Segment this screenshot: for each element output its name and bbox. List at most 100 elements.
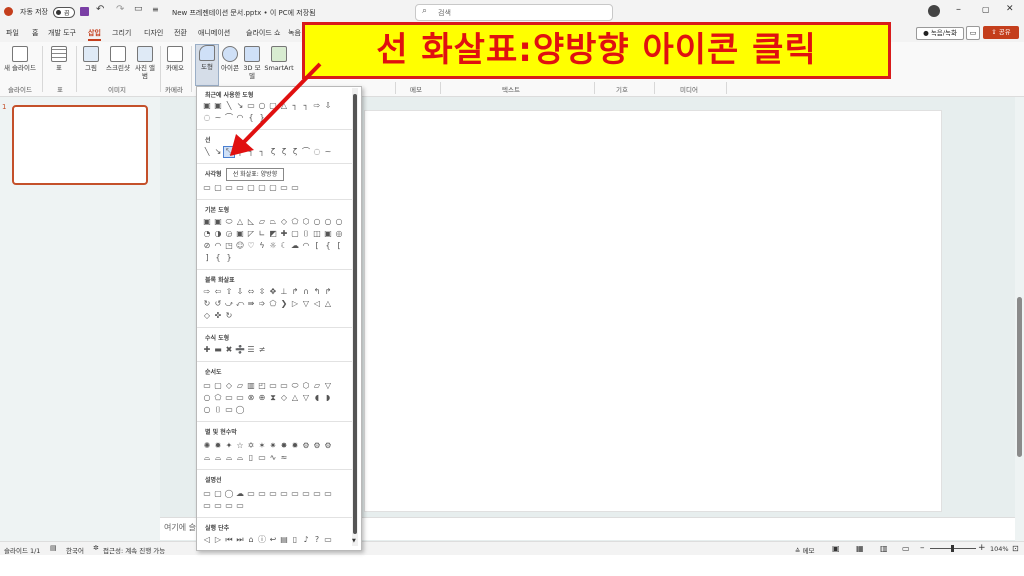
close-icon[interactable]: ✕ [1006,4,1014,14]
cross-icon[interactable]: ✚ [279,229,289,239]
cube-shape-icon[interactable]: ◫ [312,229,322,239]
basic-triangle-icon[interactable]: △ [235,217,245,227]
cloud-icon[interactable]: ☁ [290,241,300,251]
manual-operation-icon[interactable]: ▽ [323,381,333,391]
basic-textbox-icon[interactable]: ▣ [202,217,212,227]
bent-arrow-icon[interactable]: ↱ [290,287,300,297]
star-12-icon[interactable]: ✹ [290,441,300,451]
tab-transitions[interactable]: 전환 [174,28,187,38]
zoom-level[interactable]: 104% [990,545,1009,553]
striped-right-arrow-icon[interactable]: ⇛ [246,299,256,309]
direct-access-icon[interactable]: ▭ [224,405,234,415]
normal-view-icon[interactable]: ▣ [832,544,840,553]
card-icon[interactable]: ▭ [224,393,234,403]
notes-toggle[interactable]: ≙ 메모 [795,545,814,555]
line-callout-1-icon[interactable]: ▭ [246,489,256,499]
action-info-icon[interactable]: ⓘ [257,535,267,545]
chevron-icon[interactable]: ❯ [279,299,289,309]
photo-album-button[interactable]: 사진 앨범 [134,46,156,80]
rounded-rectangle-icon[interactable]: ▢ [213,183,223,193]
sequential-access-icon[interactable]: ○ [202,405,212,415]
curved-ribbon-down-icon[interactable]: ⌓ [235,453,245,463]
decagon-icon[interactable]: ○ [323,217,333,227]
search-input[interactable]: 검색 [438,8,451,18]
up-arrow-callout-icon[interactable]: △ [323,299,333,309]
undo-icon[interactable]: ↶ [96,4,104,15]
alternate-process-icon[interactable]: ▢ [213,381,223,391]
octagon-icon[interactable]: ○ [312,217,322,227]
circular-arrow-icon[interactable]: ↻ [224,311,234,321]
right-brace-shape-icon[interactable]: } [224,253,234,263]
half-frame-icon[interactable]: ◸ [246,229,256,239]
redo-icon[interactable]: ↷ [116,4,124,15]
data-icon[interactable]: ▱ [235,381,245,391]
star-24-icon[interactable]: ⚙ [312,441,322,451]
save-icon[interactable] [80,7,89,16]
zoom-slider-thumb[interactable] [951,545,954,552]
wave-icon[interactable]: ∿ [268,453,278,463]
action-back-icon[interactable]: ◁ [202,535,212,545]
delay-icon[interactable]: ◗ [323,393,333,403]
ribbon-up-icon[interactable]: ⌓ [202,453,212,463]
zoom-out-icon[interactable]: – [920,543,925,553]
bevel-icon[interactable]: ▣ [323,229,333,239]
collate-icon[interactable]: ⧗ [268,393,278,403]
quad-arrow-icon[interactable]: ✥ [268,287,278,297]
slide-thumbnail[interactable] [12,105,148,185]
right-arrow-callout-icon[interactable]: ▷ [290,299,300,309]
process-icon[interactable]: ▭ [202,381,212,391]
vertical-scrollbar[interactable] [1015,97,1024,541]
freeform-icon[interactable]: ◌ [202,113,212,123]
double-brace-icon[interactable]: { [323,241,333,251]
summing-junction-icon[interactable]: ⊗ [246,393,256,403]
line-callout-8-icon[interactable]: ▭ [323,489,333,499]
new-slide-button[interactable]: 새 슬라이드 [4,46,36,72]
explosion-2-icon[interactable]: ✹ [213,441,223,451]
scroll-down-arrow-icon[interactable]: ▼ [352,538,356,544]
search-box[interactable]: ⌕ 검색 [415,4,613,21]
left-brace-shape-icon[interactable]: { [213,253,223,263]
right-bracket-icon[interactable]: ] [202,253,212,263]
oval-callout-icon[interactable]: ◯ [224,489,234,499]
line-callout-12-icon[interactable]: ▭ [235,501,245,511]
action-end-icon[interactable]: ⏭ [235,535,245,545]
left-right-up-arrow-icon[interactable]: ⊥ [279,287,289,297]
block-down-arrow-icon[interactable]: ⇩ [235,287,245,297]
line-callout-4-icon[interactable]: ▭ [279,489,289,499]
lightning-icon[interactable]: ϟ [257,241,267,251]
down-arrow-callout-icon[interactable]: ▽ [301,299,311,309]
quad-arrow-callout-icon[interactable]: ✜ [213,311,223,321]
avatar[interactable] [928,5,940,17]
chord-icon[interactable]: ◑ [213,229,223,239]
merge-icon[interactable]: ▽ [301,393,311,403]
left-bracket-icon[interactable]: [ [334,241,344,251]
donut-icon[interactable]: ◎ [334,229,344,239]
not-equal-icon[interactable]: ≠ [257,345,267,355]
shapes-menu-scrollbar[interactable]: ▼ [352,88,358,546]
decision-icon[interactable]: ◇ [224,381,234,391]
tab-record[interactable]: 녹음 [288,28,301,38]
l-shape-icon[interactable]: ∟ [257,229,267,239]
diamond-icon[interactable]: ◇ [279,217,289,227]
star-7-icon[interactable]: ✶ [257,441,267,451]
maximize-icon[interactable]: ▢ [982,5,990,14]
offpage-connector-icon[interactable]: ⬠ [213,393,223,403]
sort-icon[interactable]: ◇ [279,393,289,403]
tab-home[interactable]: 홈 [32,28,38,38]
preparation-icon[interactable]: ⬡ [301,381,311,391]
action-sound-icon[interactable]: ♪ [301,535,311,545]
slide-canvas[interactable] [364,110,942,512]
heart-icon[interactable]: ♡ [246,241,256,251]
internal-storage-icon[interactable]: ◰ [257,381,267,391]
accessibility-status[interactable]: 접근성: 계속 진행 가능 [103,545,165,555]
terminator-icon[interactable]: ⬭ [290,381,300,391]
block-up-arrow-icon[interactable]: ⇧ [224,287,234,297]
line-callout-7-icon[interactable]: ▭ [312,489,322,499]
basic-vtextbox-icon[interactable]: ▣ [213,217,223,227]
slideshow-icon[interactable]: ▭ [902,544,910,553]
punched-tape-icon[interactable]: ▭ [235,393,245,403]
star-16-icon[interactable]: ⚙ [301,441,311,451]
fit-slide-icon[interactable]: ⊡ [1012,544,1019,553]
extract-icon[interactable]: △ [290,393,300,403]
pentagon-arrow-icon[interactable]: ⬠ [268,299,278,309]
